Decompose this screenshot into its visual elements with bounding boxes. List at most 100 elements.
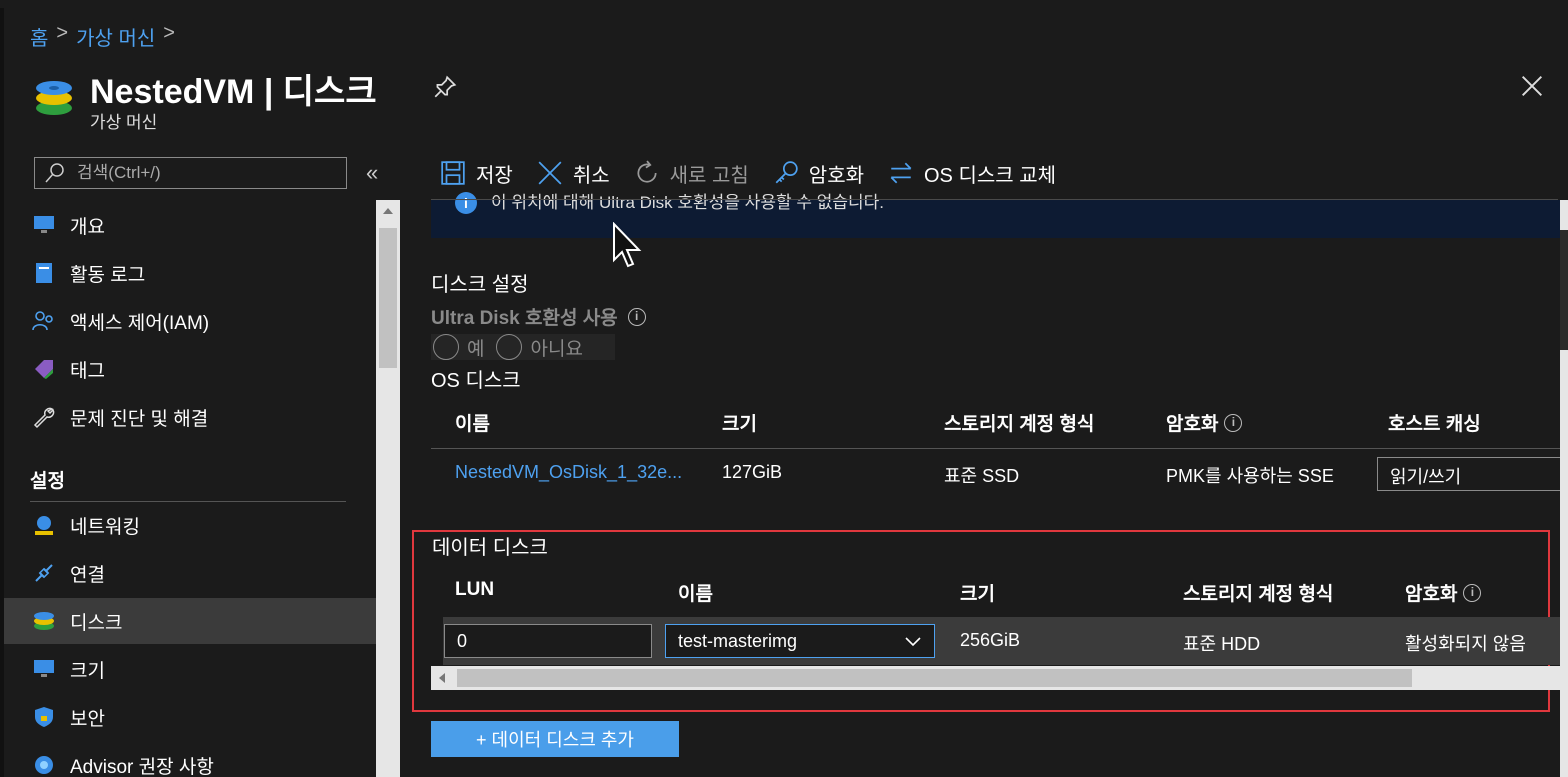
sidebar-item-diagnose[interactable]: 문제 진단 및 해결 xyxy=(4,394,376,440)
disk-settings-heading: 디스크 설정 xyxy=(431,274,529,296)
data-disk-encryption: 활성화되지 않음 xyxy=(1405,634,1526,654)
sidebar-item-activity-log[interactable]: 활동 로그 xyxy=(4,250,376,296)
save-button[interactable]: 저장 xyxy=(440,159,513,188)
os-col-caching: 호스트 캐싱 xyxy=(1388,414,1481,435)
save-label: 저장 xyxy=(476,164,513,187)
info-icon[interactable]: i xyxy=(1224,413,1243,432)
os-col-encryption-label: 암호화 xyxy=(1166,414,1219,435)
divider xyxy=(431,199,1558,200)
close-icon[interactable] xyxy=(1518,72,1546,100)
disk-icon xyxy=(34,612,54,630)
swap-icon xyxy=(890,162,912,184)
monitor-icon xyxy=(34,660,54,677)
cancel-button[interactable]: 취소 xyxy=(537,159,610,188)
breadcrumb: 홈 > 가상 머신 > xyxy=(30,22,175,51)
os-disk-heading: OS 디스크 xyxy=(431,370,521,392)
scrollbar-thumb[interactable] xyxy=(379,228,397,368)
host-caching-value: 읽기/쓰기 xyxy=(1390,467,1462,487)
sidebar-item-networking[interactable]: 네트워킹 xyxy=(4,502,376,548)
radio-yes[interactable]: 예 xyxy=(433,334,484,361)
os-col-storage: 스토리지 계정 형식 xyxy=(944,414,1095,435)
log-icon xyxy=(36,263,52,283)
sidebar-item-security[interactable]: 보안 xyxy=(4,694,376,740)
data-disk-name-value: test-masterimg xyxy=(678,631,798,651)
search-icon xyxy=(45,163,64,183)
breadcrumb-virtual-machines[interactable]: 가상 머신 xyxy=(76,22,155,51)
refresh-label: 새로 고침 xyxy=(669,164,749,187)
sidebar-section-settings: 설정 xyxy=(30,471,65,492)
encrypt-button[interactable]: 암호화 xyxy=(773,159,864,188)
horizontal-scrollbar[interactable] xyxy=(431,666,1568,690)
main-scrollbar[interactable] xyxy=(1560,200,1568,777)
os-disk-name-link[interactable]: NestedVM_OsDisk_1_32e... xyxy=(455,462,682,483)
search-input[interactable] xyxy=(77,163,337,183)
radio-yes-label: 예 xyxy=(467,338,485,360)
people-icon xyxy=(32,311,53,331)
info-banner-text: 이 위치에 대해 Ultra Disk 호환성을 사용할 수 없습니다. xyxy=(491,193,884,212)
info-icon[interactable]: i xyxy=(1463,583,1482,602)
info-icon[interactable]: i xyxy=(627,307,646,326)
save-icon xyxy=(441,161,465,185)
sidebar-item-label: Advisor 권장 사항 xyxy=(70,756,214,777)
sidebar-item-overview[interactable]: 개요 xyxy=(4,202,376,248)
scrollbar-thumb[interactable] xyxy=(457,669,1412,687)
sidebar-item-label: 활동 로그 xyxy=(70,264,146,286)
sidebar-item-iam[interactable]: 액세스 제어(IAM) xyxy=(4,298,376,344)
sidebar-divider xyxy=(30,501,346,502)
ultra-disk-label-text: Ultra Disk 호환성 사용 xyxy=(431,308,618,329)
add-data-disk-button[interactable]: + 데이터 디스크 추가 xyxy=(431,721,679,757)
collapse-sidebar-button[interactable]: « xyxy=(366,160,378,186)
pin-icon[interactable] xyxy=(432,74,458,100)
radio-circle-icon xyxy=(433,334,459,360)
advisor-icon xyxy=(35,756,53,774)
scrollbar-thumb[interactable] xyxy=(1560,230,1568,350)
os-col-name: 이름 xyxy=(455,414,490,435)
host-caching-select[interactable]: 읽기/쓰기 xyxy=(1377,457,1567,491)
shield-icon xyxy=(35,707,53,727)
data-disk-size: 256GiB xyxy=(960,630,1021,650)
sidebar-item-disks[interactable]: 디스크 xyxy=(4,598,376,644)
close-icon xyxy=(538,161,562,185)
sidebar-item-size[interactable]: 크기 xyxy=(4,646,376,692)
scroll-left-arrow-icon[interactable] xyxy=(439,673,445,683)
refresh-icon xyxy=(637,160,657,183)
key-icon xyxy=(775,161,798,184)
data-col-storage: 스토리지 계정 형식 xyxy=(1183,584,1334,605)
info-banner: i 이 위치에 대해 Ultra Disk 호환성을 사용할 수 없습니다. xyxy=(431,192,1560,238)
sidebar-item-label: 보안 xyxy=(70,708,105,730)
sidebar-item-label: 연결 xyxy=(70,564,105,586)
sidebar-item-connect[interactable]: 연결 xyxy=(4,550,376,596)
radio-no[interactable]: 아니요 xyxy=(496,334,583,361)
info-icon: i xyxy=(455,192,477,214)
disk-icon xyxy=(36,81,72,115)
refresh-button[interactable]: 새로 고침 xyxy=(634,159,749,188)
data-disk-name-select[interactable]: test-masterimg xyxy=(665,624,935,658)
page-subtitle: 가상 머신 xyxy=(90,113,158,132)
sidebar-item-label: 문제 진단 및 해결 xyxy=(70,408,209,430)
encrypt-label: 암호화 xyxy=(808,164,864,187)
breadcrumb-separator: > xyxy=(56,22,69,44)
data-col-lun: LUN xyxy=(455,579,495,600)
sidebar-item-label: 네트워킹 xyxy=(70,516,140,538)
tag-icon xyxy=(35,360,53,379)
top-bar xyxy=(0,0,1568,8)
sidebar-item-label: 태그 xyxy=(70,360,105,382)
radio-no-label: 아니요 xyxy=(530,338,583,360)
sidebar-scrollbar[interactable] xyxy=(376,200,400,777)
sidebar-item-tags[interactable]: 태그 xyxy=(4,346,376,392)
sidebar-item-label: 액세스 제어(IAM) xyxy=(70,312,210,334)
connect-icon xyxy=(35,564,53,582)
scroll-up-arrow-icon[interactable] xyxy=(383,208,393,214)
monitor-icon xyxy=(34,216,54,233)
data-disks-heading: 데이터 디스크 xyxy=(432,537,548,559)
swap-os-disk-label: OS 디스크 교체 xyxy=(924,164,1057,187)
cancel-label: 취소 xyxy=(572,164,610,187)
sidebar-item-advisor[interactable]: Advisor 권장 사항 xyxy=(4,742,376,777)
sidebar-item-label: 개요 xyxy=(70,216,105,238)
search-box xyxy=(34,157,347,189)
sidebar-item-label: 디스크 xyxy=(70,612,123,634)
breadcrumb-home[interactable]: 홈 xyxy=(30,22,48,51)
ultra-disk-radio-group: 예 아니요 xyxy=(431,334,615,360)
lun-input[interactable] xyxy=(444,624,652,658)
swap-os-disk-button[interactable]: OS 디스크 교체 xyxy=(888,159,1056,188)
